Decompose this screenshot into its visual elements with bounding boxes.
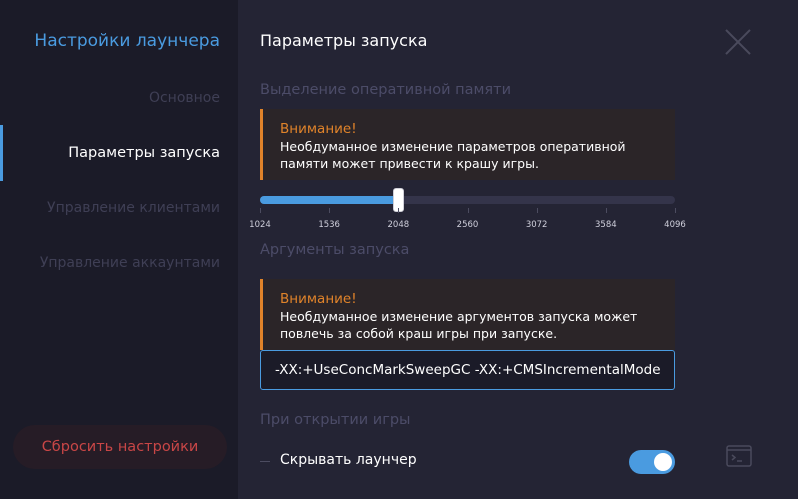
slider-tick: [467, 208, 469, 213]
slider-tick: [398, 208, 400, 213]
memory-section-label: Выделение оперативной памяти: [260, 82, 512, 98]
args-warning-text: Необдуманное изменение аргументов запуск…: [280, 309, 638, 341]
args-warning-title: Внимание!: [280, 291, 357, 307]
memory-warning-title: Внимание!: [280, 121, 357, 137]
slider-tick-label: 1536: [318, 220, 340, 230]
sidebar-item-launch-params[interactable]: Параметры запуска: [68, 145, 220, 161]
memory-warning-text: Необдуманное изменение параметров операт…: [280, 139, 626, 171]
hide-launcher-option: Скрывать лаунчер: [260, 450, 675, 474]
slider-tick: [329, 208, 331, 213]
page-title: Параметры запуска: [260, 31, 428, 50]
hide-launcher-toggle[interactable]: [629, 450, 675, 474]
slider-tick-label: 3584: [595, 220, 617, 230]
slider-tick-label: 2560: [456, 220, 479, 230]
slider-tick: [536, 208, 538, 213]
sidebar-title: Настройки лаунчера: [34, 31, 220, 51]
slider-tick-label: 3072: [525, 220, 548, 230]
option-dash: [260, 461, 270, 462]
active-nav-indicator: [0, 125, 3, 181]
slider-tick-label: 2048: [387, 220, 410, 230]
sidebar-item-general[interactable]: Основное: [149, 90, 220, 106]
slider-tick-label: 4096: [664, 220, 686, 230]
memory-slider-ticks: 1024 1536 2048 2560 3072 3584 4096: [249, 208, 686, 232]
slider-tick-label: 1024: [249, 220, 271, 230]
memory-warning: Внимание! Необдуманное изменение парамет…: [260, 109, 675, 180]
memory-slider-fill: [260, 196, 399, 204]
main-panel: Параметры запуска Выделение оперативной …: [238, 0, 798, 499]
memory-slider[interactable]: [260, 188, 675, 212]
reset-settings-button[interactable]: Сбросить настройки: [13, 425, 227, 469]
hide-launcher-label: Скрывать лаунчер: [280, 452, 417, 468]
toggle-knob: [654, 453, 672, 471]
console-icon[interactable]: [726, 445, 752, 467]
on-open-section-label: При открытии игры: [260, 412, 411, 428]
close-icon[interactable]: [724, 28, 752, 56]
launch-args-input[interactable]: [260, 350, 675, 390]
sidebar-item-clients[interactable]: Управление клиентами: [47, 200, 220, 216]
args-warning: Внимание! Необдуманное изменение аргумен…: [260, 279, 675, 350]
sidebar: Настройки лаунчера Основное Параметры за…: [0, 0, 238, 499]
slider-tick: [260, 208, 261, 213]
slider-tick: [675, 208, 676, 213]
slider-tick: [605, 208, 607, 213]
sidebar-item-accounts[interactable]: Управление аккаунтами: [40, 255, 220, 271]
args-section-label: Аргументы запуска: [260, 242, 410, 258]
